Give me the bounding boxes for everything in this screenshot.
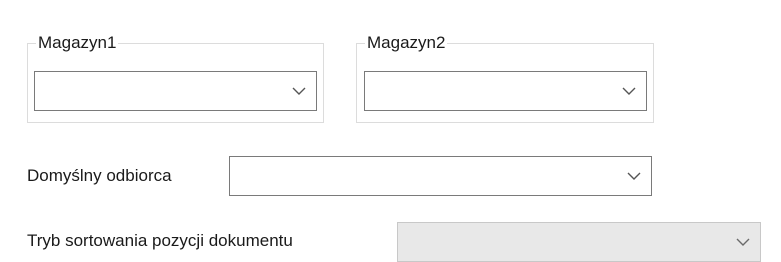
default-recipient-combobox[interactable] — [229, 156, 652, 196]
warehouse1-legend: Magazyn1 — [36, 32, 119, 54]
chevron-down-icon[interactable] — [617, 157, 651, 195]
settings-panel: Magazyn1 Magazyn2 Domyślny odbiorca Tryb… — [0, 0, 781, 262]
sort-mode-label: Tryb sortowania pozycji dokumentu — [27, 231, 293, 250]
default-recipient-label: Domyślny odbiorca — [27, 166, 172, 185]
chevron-down-icon — [726, 223, 760, 261]
warehouse2-combobox[interactable] — [364, 71, 647, 111]
default-recipient-value — [236, 157, 615, 195]
sort-mode-value — [404, 223, 724, 261]
warehouse2-value — [371, 72, 610, 110]
chevron-down-icon[interactable] — [282, 72, 316, 110]
sort-mode-combobox — [397, 222, 761, 262]
chevron-down-icon[interactable] — [612, 72, 646, 110]
warehouse1-combobox[interactable] — [34, 71, 317, 111]
warehouse2-legend: Magazyn2 — [365, 32, 448, 54]
warehouse2-groupbox: Magazyn2 — [356, 32, 654, 123]
warehouse1-value — [41, 72, 280, 110]
warehouse1-groupbox: Magazyn1 — [27, 32, 324, 123]
